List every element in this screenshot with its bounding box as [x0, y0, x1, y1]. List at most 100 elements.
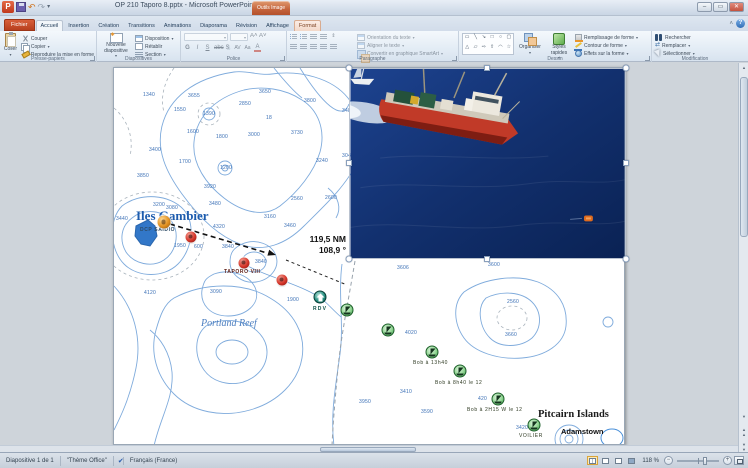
tab-accueil[interactable]: Accueil	[36, 20, 64, 31]
strikethrough-button[interactable]: abc	[214, 45, 221, 51]
shape-arrow-right-icon[interactable]: ⇨	[480, 44, 488, 54]
slide-canvas[interactable]: 119,5 NM 108,9 ° 13403655365028501550139…	[113, 67, 625, 445]
selection-handle[interactable]	[346, 256, 353, 263]
bullets-icon[interactable]	[290, 33, 297, 39]
font-size-combo[interactable]	[230, 33, 248, 41]
align-center-icon[interactable]	[300, 43, 307, 49]
selection-handle[interactable]	[346, 65, 353, 72]
help-icon[interactable]: ?	[736, 19, 745, 28]
undo-icon[interactable]: ↶	[28, 1, 36, 13]
vertical-scrollbar[interactable]: ▲ ▼ ▲▲ ▼▼	[738, 63, 748, 452]
change-case-button[interactable]: Aa	[244, 45, 251, 51]
selection-handle[interactable]	[623, 256, 630, 263]
shape-fill-button[interactable]: Remplissage de forme ▾	[575, 34, 638, 41]
fit-to-window-button[interactable]	[734, 456, 744, 465]
shape-rounded-icon[interactable]: ▢	[505, 34, 513, 44]
character-spacing-button[interactable]: AV	[234, 45, 241, 51]
shape-arrow-up-icon[interactable]: ⇧	[488, 44, 496, 54]
shape-line-icon[interactable]: ╲	[471, 34, 479, 44]
bold-button[interactable]: G	[184, 45, 191, 51]
dialog-launcher-icon[interactable]	[280, 56, 285, 61]
redo-icon[interactable]: ↷	[38, 1, 46, 13]
collapse-ribbon-icon[interactable]: ˄	[729, 21, 733, 27]
grow-font-button[interactable]: A˄	[250, 33, 257, 41]
spellcheck-icon[interactable]: ✔	[114, 457, 124, 465]
font-color-button[interactable]: A	[254, 44, 261, 52]
selection-handle[interactable]	[484, 256, 490, 262]
selection-handle[interactable]	[484, 65, 490, 71]
dialog-launcher-icon[interactable]	[452, 56, 457, 61]
horizontal-scrollbar[interactable]	[0, 445, 738, 452]
qat-customize-icon[interactable]: ▾	[47, 1, 50, 13]
line-spacing-icon[interactable]: ⇕	[330, 33, 337, 39]
decrease-indent-icon[interactable]	[310, 33, 317, 39]
quick-styles-button[interactable]: Styles rapides▾	[546, 33, 572, 55]
align-left-icon[interactable]	[290, 43, 297, 49]
columns-icon[interactable]	[330, 43, 337, 49]
arrange-button[interactable]: Organiser▾	[517, 33, 543, 55]
scroll-down-icon[interactable]: ▼	[739, 412, 748, 422]
shape-rectangle-icon[interactable]: ▭	[463, 34, 471, 44]
italic-button[interactable]: I	[194, 45, 201, 51]
tab-fichier[interactable]: Fichier	[4, 19, 35, 31]
shape-arc-icon[interactable]: ◠	[496, 44, 504, 54]
aerial-photo[interactable]	[349, 68, 626, 259]
increase-indent-icon[interactable]	[320, 33, 327, 39]
slideshow-view-button[interactable]	[626, 456, 637, 465]
selection-handle[interactable]	[623, 65, 630, 72]
text-direction-button[interactable]: Orientation du texte ▾	[357, 34, 443, 41]
restore-button[interactable]: ▭	[713, 2, 728, 12]
shape-square-icon[interactable]: □	[488, 34, 496, 44]
shape-parallelogram-icon[interactable]: ▱	[471, 44, 479, 54]
zoom-in-button[interactable]: +	[723, 456, 732, 465]
dialog-launcher-icon[interactable]	[90, 56, 95, 61]
shape-outline-button[interactable]: Contour de forme ▾	[575, 42, 638, 49]
shape-arrow-icon[interactable]: ↘	[480, 34, 488, 44]
zoom-out-button[interactable]: −	[664, 456, 673, 465]
shape-star-icon[interactable]: ☆	[505, 44, 513, 54]
font-family-combo[interactable]	[184, 33, 228, 41]
normal-view-button[interactable]	[587, 456, 598, 465]
replace-button[interactable]: ⇄Remplacer ▾	[655, 42, 695, 49]
theme-name[interactable]: "Thème Office"	[61, 456, 114, 466]
next-slide-button[interactable]: ▼▼	[739, 442, 748, 452]
cut-button[interactable]: Couper	[21, 35, 94, 42]
tab-affichage[interactable]: Affichage	[262, 21, 293, 31]
minimize-button[interactable]: –	[697, 2, 712, 12]
underline-button[interactable]: S	[204, 45, 211, 51]
tab-animations[interactable]: Animations	[160, 21, 195, 31]
selection-handle[interactable]	[623, 160, 629, 166]
paste-button[interactable]: Coller ▾	[3, 33, 18, 55]
shape-triangle-icon[interactable]: △	[463, 44, 471, 54]
language-indicator[interactable]: Français (France)	[124, 456, 183, 466]
zoom-slider[interactable]	[677, 460, 719, 462]
text-shadow-button[interactable]: S	[224, 45, 231, 51]
slide-sorter-view-button[interactable]	[600, 456, 611, 465]
tab-transitions[interactable]: Transitions	[124, 21, 159, 31]
justify-icon[interactable]	[320, 43, 327, 49]
shape-circle-icon[interactable]: ○	[496, 34, 504, 44]
shrink-font-button[interactable]: A˅	[259, 33, 266, 41]
new-slide-button[interactable]: Nouvelle diapositive ▾	[100, 33, 132, 55]
zoom-level[interactable]: 118 %	[639, 458, 662, 464]
shapes-gallery[interactable]: ▭ ╲ ↘ □ ○ ▢ △ ▱ ⇨ ⇧ ◠ ☆	[462, 33, 514, 55]
scroll-up-icon[interactable]: ▲	[739, 63, 748, 73]
copy-button[interactable]: Copier ▾	[21, 43, 94, 50]
vertical-scroll-thumb[interactable]	[740, 77, 748, 237]
selection-handle[interactable]	[346, 160, 352, 166]
tab-insertion[interactable]: Insertion	[64, 21, 93, 31]
tab-création[interactable]: Création	[94, 21, 123, 31]
reset-button[interactable]: Rétablir	[135, 43, 173, 50]
find-button[interactable]: Rechercher	[655, 34, 695, 41]
numbering-icon[interactable]	[300, 33, 307, 39]
align-right-icon[interactable]	[310, 43, 317, 49]
previous-slide-button[interactable]: ▲▲	[739, 427, 748, 437]
layout-button[interactable]: Disposition ▾	[135, 35, 173, 42]
close-button[interactable]: ✕	[729, 2, 744, 12]
powerpoint-icon[interactable]: P	[2, 1, 14, 13]
reading-view-button[interactable]	[613, 456, 624, 465]
tab-révision[interactable]: Révision	[232, 21, 261, 31]
dialog-launcher-icon[interactable]	[645, 56, 650, 61]
tab-diaporama[interactable]: Diaporama	[196, 21, 231, 31]
tab-format[interactable]: Format	[294, 20, 321, 31]
